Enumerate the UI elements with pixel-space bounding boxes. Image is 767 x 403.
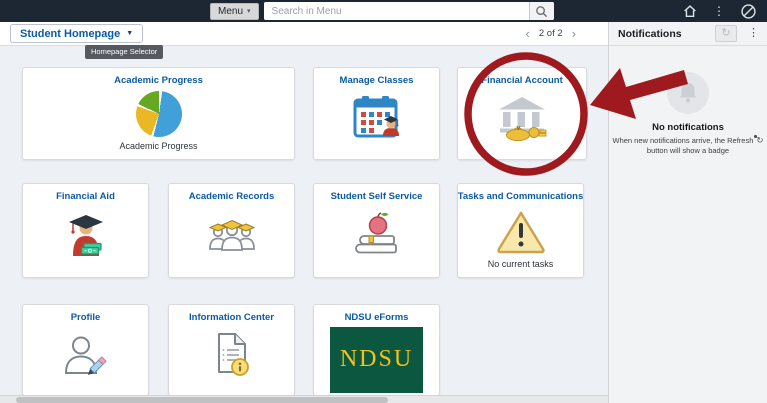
- no-notifications-title: No notifications: [609, 122, 767, 133]
- pagination-label: 2 of 2: [539, 28, 563, 39]
- tile-financial-aid[interactable]: Financial Aid: [22, 183, 149, 278]
- tile-academic-progress[interactable]: Academic Progress Academic Progress: [22, 67, 295, 160]
- graduates-group-icon: [205, 202, 259, 268]
- actions-kebab-icon[interactable]: ⋮: [713, 5, 725, 17]
- tile-subtitle: No current tasks: [488, 259, 554, 277]
- chevron-down-icon: ▼: [126, 30, 133, 37]
- page-title: Student Homepage: [20, 28, 120, 40]
- search-input[interactable]: [264, 2, 529, 20]
- bank-money-icon: [496, 86, 548, 150]
- tile-manage-classes[interactable]: Manage Classes: [313, 67, 440, 160]
- tile-profile[interactable]: Profile: [22, 304, 149, 396]
- tile-student-self-service[interactable]: Student Self Service: [313, 183, 440, 278]
- warning-triangle-icon: [495, 202, 547, 259]
- refresh-button[interactable]: ↻: [715, 25, 737, 42]
- homepage-selector-tooltip: Homepage Selector: [85, 45, 163, 59]
- books-apple-icon: [352, 202, 402, 268]
- page-header: Student Homepage ▼ ‹ 2 of 2 ›: [0, 22, 608, 46]
- chevron-right-icon[interactable]: ›: [572, 27, 576, 40]
- tile-subtitle: Academic Progress: [119, 141, 197, 159]
- tile-financial-account[interactable]: Financial Account: [457, 67, 587, 160]
- home-icon[interactable]: [682, 3, 698, 19]
- notifications-body: No notifications When new notifications …: [609, 46, 767, 403]
- tile-academic-records[interactable]: Academic Records: [168, 183, 295, 278]
- badge-dot: [754, 135, 757, 138]
- pie-chart-icon: [136, 86, 182, 141]
- chevron-down-icon: ▾: [247, 7, 251, 15]
- refresh-icon: ↻: [721, 28, 730, 39]
- refresh-badge-icon: ↻: [756, 136, 763, 146]
- tile-information-center[interactable]: Information Center: [168, 304, 295, 396]
- search-button[interactable]: [529, 2, 554, 20]
- notifications-header: Notifications ↻ ⋮: [609, 22, 767, 46]
- notifications-title: Notifications: [618, 28, 682, 40]
- ndsu-logo-text: NDSU: [340, 346, 413, 373]
- bell-icon: [667, 72, 709, 114]
- tile-ndsu-eforms[interactable]: NDSU eForms NDSU: [313, 304, 440, 396]
- notifications-kebab-icon[interactable]: ⋮: [748, 26, 759, 39]
- homepage-selector-button[interactable]: Student Homepage ▼: [10, 24, 143, 43]
- navbar-icon[interactable]: [740, 3, 757, 20]
- no-notifications-message: When new notifications arrive, the Refre…: [609, 136, 767, 155]
- notifications-panel: Notifications ↻ ⋮ No notifications When …: [608, 22, 767, 403]
- homepage-pagination: ‹ 2 of 2 ›: [526, 27, 576, 40]
- ndsu-logo: NDSU: [330, 323, 423, 395]
- top-navigation-bar: Menu ▾ ⋮: [0, 0, 767, 22]
- search-box: [264, 2, 554, 20]
- document-info-icon: [208, 323, 256, 386]
- tile-tasks-communications[interactable]: Tasks and Communications No current task…: [457, 183, 584, 278]
- graduate-financial-icon: [63, 202, 109, 268]
- horizontal-scrollbar[interactable]: [0, 395, 608, 403]
- topbar-action-icons: ⋮: [682, 3, 757, 20]
- chevron-left-icon[interactable]: ‹: [526, 27, 530, 40]
- menu-button-label: Menu: [218, 6, 243, 17]
- calendar-student-icon: [352, 86, 402, 150]
- search-icon: [535, 5, 548, 18]
- scrollbar-thumb[interactable]: [16, 397, 388, 403]
- menu-button[interactable]: Menu ▾: [210, 3, 259, 20]
- person-pencil-icon: [62, 323, 110, 386]
- app-window: Menu ▾ ⋮: [0, 0, 767, 403]
